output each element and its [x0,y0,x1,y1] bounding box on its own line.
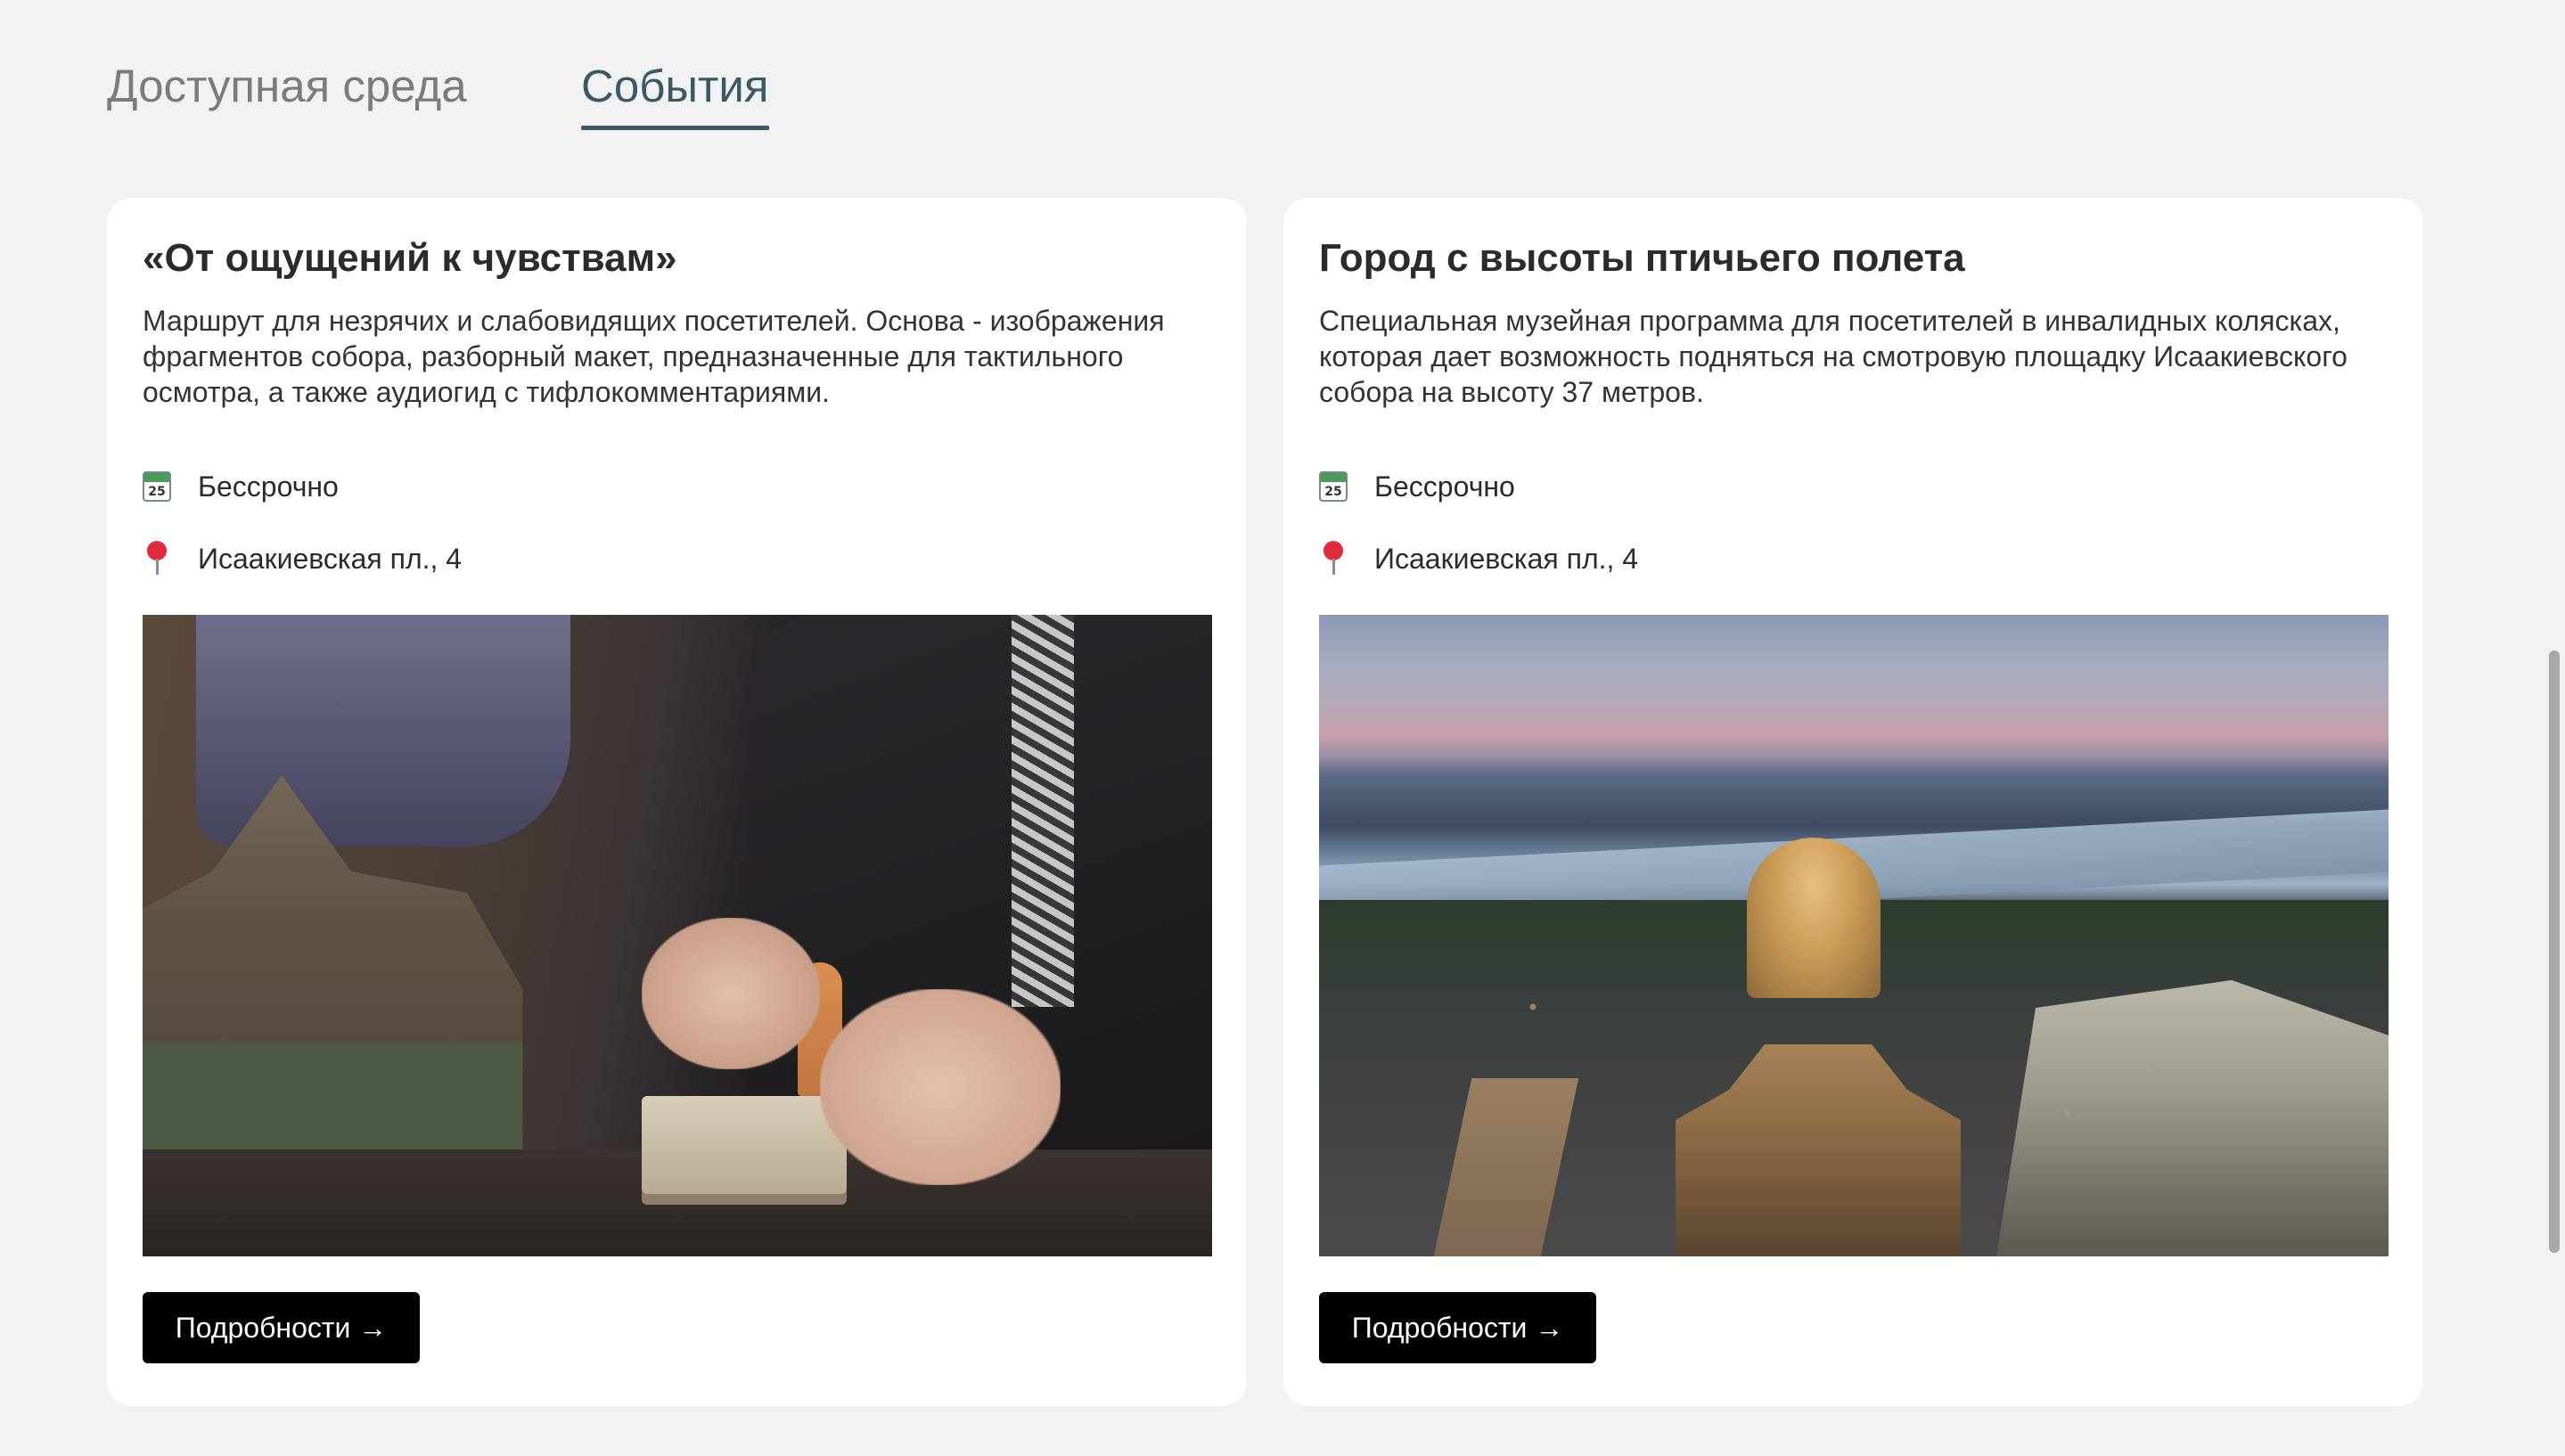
event-date: Бессрочно [198,470,339,503]
event-image [143,615,1212,1256]
image-hand [820,989,1061,1185]
event-place-row: Исаакиевская пл., 4 [143,539,462,578]
scrollbar[interactable] [2545,0,2565,1456]
event-description: Маршрут для незрячих и слабовидящих посе… [143,305,1165,408]
pin-icon [1319,539,1348,578]
tab-events[interactable]: События [581,55,769,130]
calendar-day: 25 [1324,485,1342,499]
event-date: Бессрочно [1374,470,1515,503]
calendar-icon: 25 [1319,471,1348,502]
tab-events-label: События [581,61,769,111]
event-date-row: 25 Бессрочно [143,467,339,506]
event-card: Город с высоты птичьего полета Специальн… [1283,198,2423,1406]
event-description: Специальная музейная программа для посет… [1319,305,2348,408]
event-date-row: 25 Бессрочно [1319,467,1515,506]
image-scarf [1012,615,1074,1007]
active-tab-underline [581,126,769,130]
image-building [1996,980,2389,1256]
event-image [1319,615,2389,1256]
image-dome [1747,838,1881,998]
details-button[interactable]: Подробности → [1319,1292,1596,1363]
event-title: Город с высоты птичьего полета [1319,236,1965,280]
calendar-day: 25 [148,485,166,499]
event-place: Исаакиевская пл., 4 [1374,542,1639,575]
scrollbar-thumb[interactable] [2549,650,2560,1253]
image-small-model [642,1096,847,1194]
details-button[interactable]: Подробности → [143,1292,420,1363]
calendar-icon: 25 [143,471,171,502]
event-card: «От ощущений к чувствам» Маршрут для нез… [107,198,1247,1406]
tab-accessible-environment[interactable]: Доступная среда [107,55,467,118]
event-place: Исаакиевская пл., 4 [198,542,463,575]
image-background-person [196,615,570,847]
event-title: «От ощущений к чувствам» [143,236,677,280]
image-hand [642,918,820,1069]
event-place-row: Исаакиевская пл., 4 [1319,539,1638,578]
pin-icon [143,539,171,578]
